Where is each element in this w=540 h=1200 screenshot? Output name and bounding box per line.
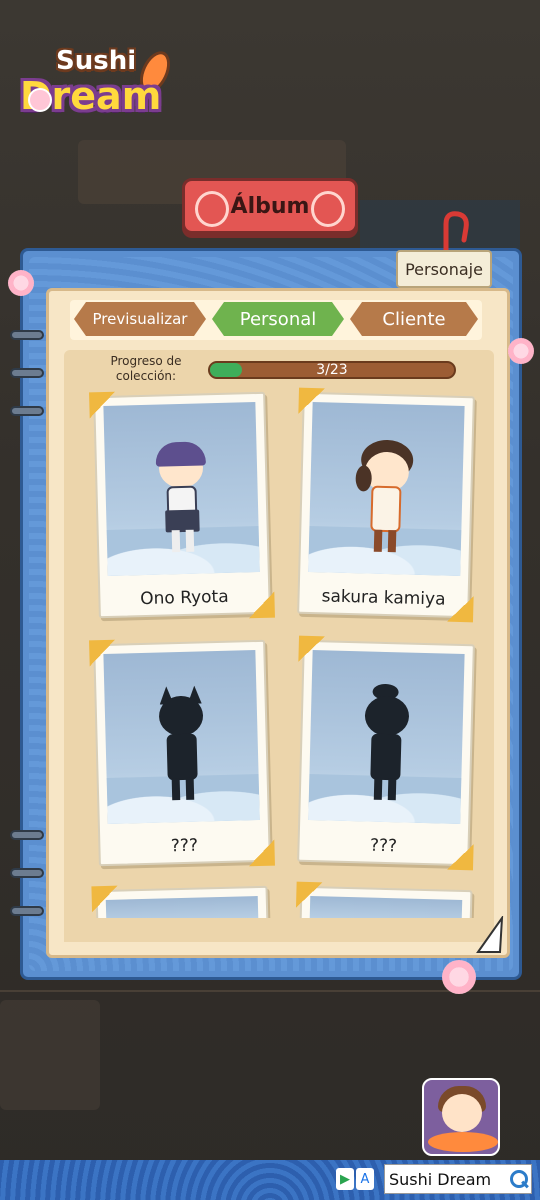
- character-name: sakura kamiya: [321, 586, 446, 610]
- page-curl-icon: [476, 916, 504, 953]
- bookmark-clip-icon: [443, 211, 469, 253]
- cherry-blossom-icon: [8, 270, 34, 296]
- category-tabs: Previsualizar Personal Cliente: [70, 300, 482, 340]
- tab-cliente[interactable]: Cliente: [350, 302, 478, 336]
- search-icon[interactable]: [505, 1166, 531, 1192]
- spiral-ring: [10, 368, 44, 378]
- tab-personaje[interactable]: Personaje: [396, 250, 492, 288]
- tab-previsualizar[interactable]: Previsualizar: [74, 302, 206, 336]
- game-screen: Sushi Dream Álbum Personaje Previsualiza…: [0, 0, 540, 1200]
- photo-corner: [298, 387, 326, 415]
- album-title: Álbum: [230, 193, 310, 219]
- character-name: Ono Ryota: [139, 586, 229, 610]
- character-name: ???: [369, 835, 398, 857]
- album-title-banner: Álbum: [182, 178, 358, 234]
- spiral-ring: [10, 830, 44, 840]
- search-text: Sushi Dream: [389, 1169, 492, 1189]
- locked-character-silhouette: [145, 677, 218, 809]
- character-portrait: [103, 402, 260, 576]
- photo-corner: [89, 391, 116, 419]
- cherry-blossom-icon: [28, 88, 52, 112]
- store-icons[interactable]: ▶ A: [336, 1168, 376, 1192]
- character-portrait: [308, 402, 465, 576]
- photo-corner: [91, 885, 119, 913]
- chef-ono-ryota-figure: [145, 429, 218, 561]
- character-card[interactable]: Ono Ryota: [89, 391, 275, 619]
- photo-corner: [248, 591, 275, 619]
- locked-character-silhouette: [350, 677, 423, 809]
- spiral-ring: [10, 868, 44, 878]
- photo-corner: [248, 839, 275, 867]
- cherry-blossom-icon: [508, 338, 534, 364]
- logo-word-sushi: Sushi: [56, 46, 137, 76]
- app-promo-icon[interactable]: [422, 1078, 500, 1156]
- photo-corner: [295, 881, 323, 909]
- locked-character-card[interactable]: ???: [297, 635, 475, 871]
- spiral-ring: [10, 906, 44, 916]
- character-portrait: [308, 650, 465, 824]
- photo-corner: [298, 635, 326, 663]
- google-play-icon: ▶: [336, 1168, 354, 1190]
- locked-character-card[interactable]: ???: [89, 639, 275, 867]
- progress-text: 3/23: [316, 362, 348, 378]
- progress-label: Progreso de colección:: [110, 354, 182, 383]
- character-card[interactable]: sakura kamiya: [297, 387, 475, 623]
- photo-corner: [446, 595, 474, 623]
- app-store-icon: A: [356, 1168, 374, 1190]
- sakura-kamiya-figure: [350, 429, 423, 561]
- photo-corner: [446, 843, 474, 871]
- spiral-ring: [10, 330, 44, 340]
- collection-progress-bar: 3/23: [208, 361, 456, 379]
- cherry-blossom-icon: [442, 960, 476, 994]
- character-portrait: [103, 650, 260, 824]
- scroll-edge: [64, 918, 494, 942]
- character-name: ???: [170, 835, 199, 857]
- spiral-ring: [10, 406, 44, 416]
- background-stairs: [0, 1000, 100, 1110]
- store-search-box[interactable]: Sushi Dream: [384, 1164, 532, 1194]
- tab-personal[interactable]: Personal: [212, 302, 344, 336]
- photo-corner: [89, 639, 116, 667]
- sushi-dream-logo: Sushi Dream: [14, 44, 177, 138]
